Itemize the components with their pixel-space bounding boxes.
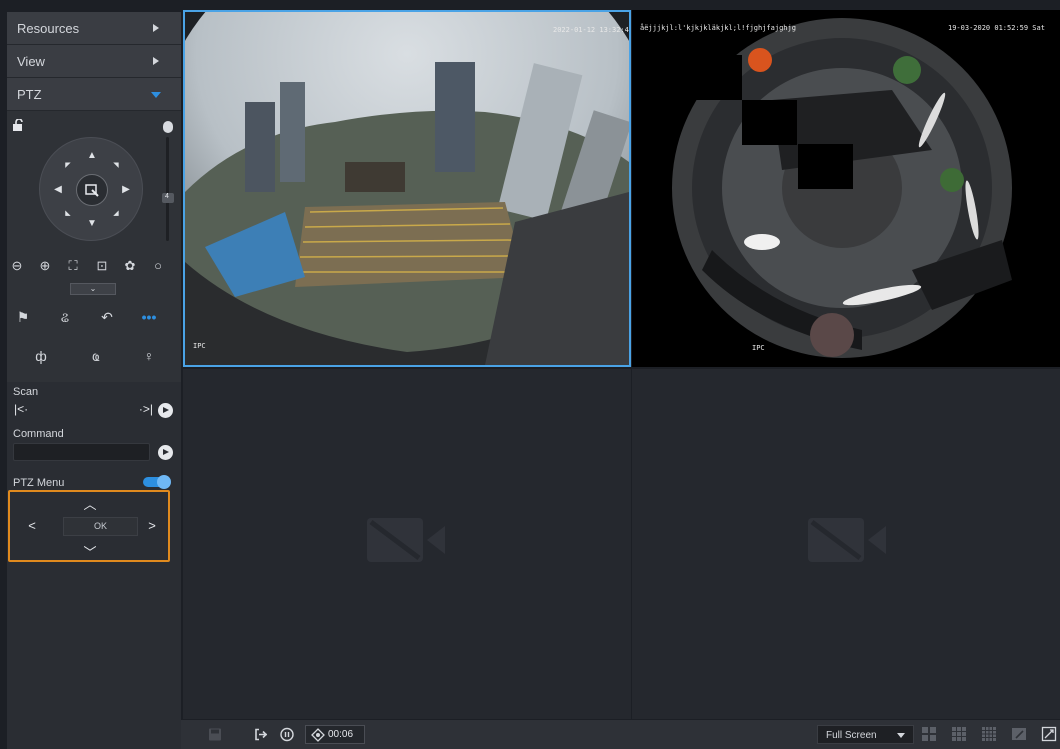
speed-slider[interactable]: 4 bbox=[162, 121, 174, 241]
cursor-select-icon bbox=[85, 184, 99, 197]
menu-right-button[interactable]: > bbox=[145, 518, 159, 533]
bottom-toolbar: 00:06 Full Screen bbox=[181, 720, 1060, 749]
ptz-menu-label: PTZ Menu bbox=[13, 477, 65, 489]
menu-ok-button[interactable]: OK bbox=[63, 517, 138, 536]
osd-title: åëjjjkjl:l'kjkjkläkjkl;l!fjghjfajghjg bbox=[640, 24, 796, 32]
ptz-aux-row: ф ҩ ♀ bbox=[7, 345, 181, 369]
fisheye-dewarp-icon bbox=[311, 728, 325, 742]
scan-start-button[interactable] bbox=[158, 403, 173, 418]
ptz-label: PTZ bbox=[17, 87, 42, 102]
layout-dropdown-value: Full Screen bbox=[826, 730, 877, 741]
command-run-button[interactable] bbox=[158, 445, 173, 460]
no-video-camera-icon bbox=[808, 518, 886, 562]
rotate-icon[interactable]: ф bbox=[31, 345, 51, 367]
ptz-panel: ▲ ▼ ◀ ▶ ◤ ◥ ◣ ◢ 4 ⊖ ⊕ ⛶ ⊡ ✿ ○ ⌄ ⚑ ଌ ↶ ••… bbox=[7, 111, 181, 382]
pan-up-button[interactable]: ▲ bbox=[84, 148, 100, 164]
grid-16-icon[interactable] bbox=[981, 726, 997, 742]
slider-track bbox=[166, 137, 169, 241]
grid-9-icon[interactable] bbox=[951, 726, 967, 742]
osd-channel-name: IPC bbox=[193, 342, 206, 350]
resources-section[interactable]: Resources bbox=[7, 12, 181, 45]
scan-left-limit-button[interactable]: |<· bbox=[14, 402, 28, 416]
exit-icon[interactable] bbox=[253, 726, 269, 743]
zoom-focus-row: ⊖ ⊕ ⛶ ⊡ ✿ ○ bbox=[7, 257, 181, 279]
ptz-menu-controls: ︿ < > ﹀ OK bbox=[8, 490, 170, 562]
scan-range: |<· ·>| bbox=[13, 401, 153, 419]
ptz-function-row: ⚑ ଌ ↶ ••• bbox=[7, 306, 181, 330]
scan-label: Scan bbox=[13, 386, 39, 398]
osd-timestamp: 19-03-2020 01:52:59 Sat bbox=[948, 24, 1045, 32]
tour-icon[interactable]: ଌ bbox=[55, 306, 75, 328]
ptz-section[interactable]: PTZ bbox=[7, 78, 181, 111]
save-icon[interactable] bbox=[207, 726, 223, 743]
pan-left-button[interactable]: ◀ bbox=[50, 182, 66, 198]
ptz-direction-dial: ▲ ▼ ◀ ▶ ◤ ◥ ◣ ◢ bbox=[39, 137, 143, 241]
command-input[interactable] bbox=[13, 443, 150, 461]
layout-dropdown[interactable]: Full Screen bbox=[817, 725, 914, 744]
command-label: Command bbox=[13, 428, 64, 440]
video-window-4[interactable] bbox=[632, 369, 1060, 719]
custom-layout-icon[interactable] bbox=[1011, 726, 1027, 742]
video-window-1[interactable]: 2022-01-12 13:32:45 IPC bbox=[183, 10, 631, 367]
expand-functions-button[interactable]: ⌄ bbox=[70, 283, 116, 295]
resources-label: Resources bbox=[17, 21, 80, 36]
zoom-in-icon[interactable]: ⊕ bbox=[36, 257, 54, 275]
osd-channel-name: IPC bbox=[752, 344, 765, 352]
focus-near-icon[interactable]: ⛶ bbox=[64, 257, 82, 275]
menu-up-button[interactable]: ︿ bbox=[83, 494, 97, 513]
view-section[interactable]: View bbox=[7, 45, 181, 78]
caret-down-icon bbox=[897, 733, 905, 738]
pan-down-button[interactable]: ▼ bbox=[84, 216, 100, 232]
pan-down-left-button[interactable]: ◣ bbox=[60, 206, 76, 222]
pan-up-left-button[interactable]: ◤ bbox=[60, 158, 76, 174]
slider-top-icon bbox=[163, 121, 173, 133]
pan-up-right-button[interactable]: ◥ bbox=[108, 158, 124, 174]
no-video-camera-icon bbox=[367, 518, 445, 562]
iris-close-icon[interactable]: ○ bbox=[149, 257, 167, 275]
sidebar: Resources View PTZ ▲ ▼ ◀ ▶ ◤ ◥ ◣ ◢ 4 ⊖ ⊕… bbox=[7, 12, 181, 749]
app-window: Resources View PTZ ▲ ▼ ◀ ▶ ◤ ◥ ◣ ◢ 4 ⊖ ⊕… bbox=[0, 0, 1060, 749]
view-label: View bbox=[17, 54, 45, 69]
camera-feed-outdoor bbox=[185, 12, 629, 365]
scan-right-limit-button[interactable]: ·>| bbox=[139, 402, 153, 416]
camera-feed-indoor bbox=[632, 10, 1060, 367]
video-window-2[interactable]: åëjjjkjl:l'kjkjkläkjkl;l!fjghjfajghjg 19… bbox=[632, 10, 1060, 367]
iris-open-icon[interactable]: ✿ bbox=[121, 257, 139, 275]
timer-text: 00:06 bbox=[328, 729, 354, 740]
grid-4-icon[interactable] bbox=[921, 726, 937, 742]
video-window-3[interactable] bbox=[183, 369, 631, 719]
record-timer[interactable]: 00:06 bbox=[305, 725, 365, 744]
slider-knob[interactable]: 4 bbox=[162, 193, 174, 203]
menu-left-button[interactable]: < bbox=[25, 518, 39, 533]
fullscreen-icon[interactable] bbox=[1041, 726, 1057, 742]
ptz-menu-toggle[interactable] bbox=[143, 475, 171, 489]
focus-far-icon[interactable]: ⊡ bbox=[93, 257, 111, 275]
speed-value: 4 bbox=[165, 193, 169, 200]
osd-timestamp: 2022-01-12 13:32:45 bbox=[553, 26, 631, 34]
chevron-down-icon bbox=[151, 92, 161, 98]
pause-icon[interactable] bbox=[279, 726, 295, 743]
pan-right-button[interactable]: ▶ bbox=[118, 182, 134, 198]
pan-down-right-button[interactable]: ◢ bbox=[108, 206, 124, 222]
wiper-icon[interactable]: ҩ bbox=[86, 345, 106, 367]
preset-flag-icon[interactable]: ⚑ bbox=[13, 306, 33, 328]
position-center-button[interactable] bbox=[76, 174, 108, 206]
light-bulb-icon[interactable]: ♀ bbox=[139, 345, 159, 367]
chevron-right-icon bbox=[153, 24, 159, 32]
chevron-right-icon bbox=[153, 57, 159, 65]
pattern-icon[interactable]: ↶ bbox=[97, 306, 117, 328]
unlock-icon[interactable] bbox=[12, 119, 26, 131]
zoom-out-icon[interactable]: ⊖ bbox=[8, 257, 26, 275]
more-icon[interactable]: ••• bbox=[137, 306, 161, 328]
menu-down-button[interactable]: ﹀ bbox=[83, 542, 97, 561]
